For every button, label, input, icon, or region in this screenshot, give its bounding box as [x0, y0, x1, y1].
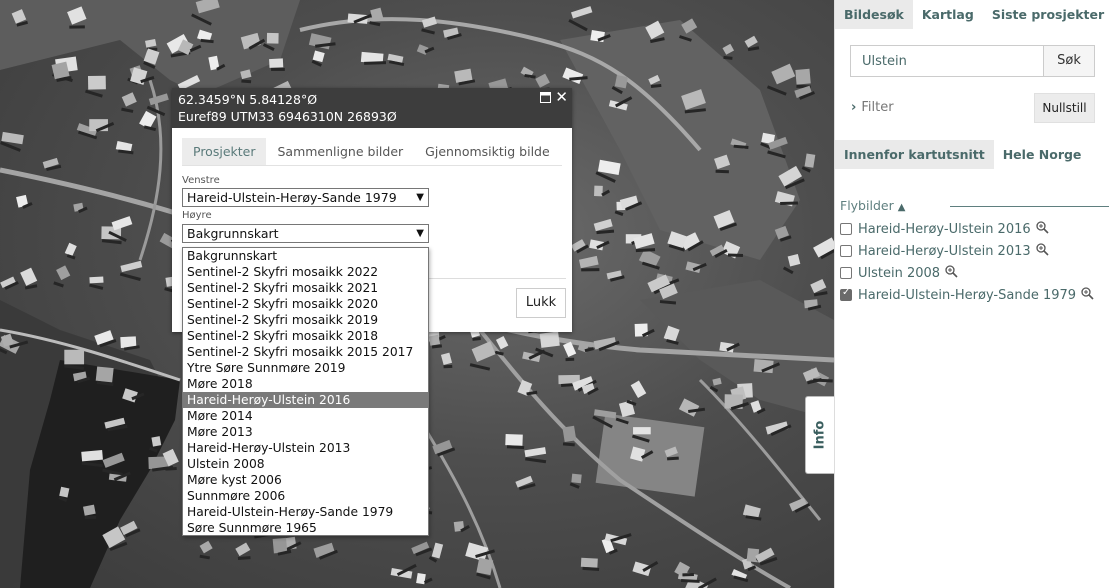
project-checkbox[interactable]	[840, 223, 852, 235]
project-row[interactable]: Hareid-Herøy-Ulstein 2013	[840, 242, 1049, 260]
zoom-in-icon[interactable]	[945, 265, 958, 281]
project-row[interactable]: Hareid-Ulstein-Herøy-Sande 1979	[840, 286, 1094, 304]
chevron-up-icon: ▲	[897, 202, 906, 213]
info-tab-label: Info	[812, 420, 828, 450]
right-image-select[interactable]: Bakgrunnskart ▼	[182, 224, 429, 243]
flybilder-section-header[interactable]: Flybilder ▲	[840, 198, 1109, 214]
dropdown-option[interactable]: Møre 2013	[183, 424, 428, 440]
project-label: Hareid-Herøy-Ulstein 2016	[858, 221, 1031, 237]
tab-prosjekter[interactable]: Prosjekter	[182, 138, 267, 165]
tab-siste-prosjekter[interactable]: Siste prosjekter	[983, 0, 1113, 29]
reset-button[interactable]: Nullstill	[1034, 93, 1095, 123]
dropdown-option[interactable]: Sentinel-2 Skyfri mosaikk 2019	[183, 312, 428, 328]
project-checkbox[interactable]	[840, 287, 852, 301]
dropdown-option[interactable]: Søre Sunnmøre 1965	[183, 520, 428, 535]
chevron-right-icon: ›	[851, 100, 857, 115]
chevron-down-icon: ▼	[416, 192, 424, 203]
info-tab[interactable]: Info	[805, 396, 834, 474]
chevron-down-icon: ▼	[416, 228, 424, 239]
popup-tabs: Prosjekter Sammenligne bilder Gjennomsik…	[182, 138, 562, 166]
dropdown-option[interactable]: Sentinel-2 Skyfri mosaikk 2021	[183, 280, 428, 296]
tab-innenfor-kartutsnitt[interactable]: Innenfor kartutsnitt	[835, 140, 994, 169]
dropdown-option[interactable]: Hareid-Herøy-Ulstein 2016	[183, 392, 428, 408]
dropdown-option[interactable]: Sunnmøre 2006	[183, 488, 428, 504]
search-input[interactable]	[850, 45, 1043, 77]
project-label: Hareid-Herøy-Ulstein 2013	[858, 243, 1031, 259]
filter-label: Filter	[861, 100, 894, 115]
dropdown-option[interactable]: Møre kyst 2006	[183, 472, 428, 488]
flybilder-title: Flybilder	[840, 198, 894, 213]
dropdown-option[interactable]: Hareid-Ulstein-Herøy-Sande 1979	[183, 504, 428, 520]
tab-kartlag[interactable]: Kartlag	[913, 0, 983, 29]
project-row[interactable]: Ulstein 2008	[840, 264, 958, 282]
tab-gjennomsiktig-bilde[interactable]: Gjennomsiktig bilde	[414, 138, 561, 165]
tab-hele-norge[interactable]: Hele Norge	[994, 140, 1091, 169]
tab-bildesok[interactable]: Bildesøk	[835, 0, 913, 29]
project-row[interactable]: Hareid-Herøy-Ulstein 2016	[840, 220, 1049, 238]
filter-toggle[interactable]: › Filter	[851, 100, 894, 115]
popup-header: 62.3459°N 5.84128°Ø Euref89 UTM33 694631…	[172, 88, 572, 128]
project-label: Hareid-Ulstein-Herøy-Sande 1979	[858, 287, 1077, 303]
dropdown-option[interactable]: Ulstein 2008	[183, 456, 428, 472]
popup-coords-latlon: 62.3459°N 5.84128°Ø	[178, 92, 318, 107]
zoom-in-icon[interactable]	[1036, 243, 1049, 259]
right-select-dropdown[interactable]: Bakgrunnskart Sentinel-2 Skyfri mosaikk 2…	[182, 247, 429, 536]
zoom-in-icon[interactable]	[1036, 221, 1049, 237]
dropdown-option[interactable]: Ytre Søre Sunnmøre 2019	[183, 360, 428, 376]
search-button[interactable]: Søk	[1043, 45, 1095, 77]
close-button[interactable]: Lukk	[516, 288, 566, 318]
dropdown-option[interactable]: Sentinel-2 Skyfri mosaikk 2020	[183, 296, 428, 312]
tab-sammenligne-bilder[interactable]: Sammenligne bilder	[266, 138, 414, 165]
project-checkbox[interactable]	[840, 245, 852, 257]
left-image-select[interactable]: Hareid-Ulstein-Herøy-Sande 1979 ▼	[182, 188, 429, 207]
window-maximize-icon[interactable]	[540, 91, 551, 108]
dropdown-option[interactable]: Sentinel-2 Skyfri mosaikk 2018	[183, 328, 428, 344]
section-divider	[950, 206, 1109, 207]
dropdown-option[interactable]: Sentinel-2 Skyfri mosaikk 2022	[183, 264, 428, 280]
dropdown-option[interactable]: Møre 2014	[183, 408, 428, 424]
left-select-value: Hareid-Ulstein-Herøy-Sande 1979	[187, 190, 397, 205]
zoom-in-icon[interactable]	[1081, 287, 1094, 303]
right-select-value: Bakgrunnskart	[187, 226, 279, 241]
dropdown-option[interactable]: Sentinel-2 Skyfri mosaikk 2015 2017	[183, 344, 428, 360]
dropdown-option[interactable]: Møre 2018	[183, 376, 428, 392]
popup-coords-utm: Euref89 UTM33 6946310N 26893Ø	[178, 109, 397, 124]
right-select-label: Høyre	[182, 210, 212, 221]
sidebar-top-tabs: Bildesøk Kartlag Siste prosjekter	[835, 0, 1114, 29]
scope-tabs: Innenfor kartutsnitt Hele Norge	[835, 140, 1114, 169]
project-label: Ulstein 2008	[858, 265, 941, 281]
dropdown-option[interactable]: Bakgrunnskart	[183, 248, 428, 264]
project-checkbox[interactable]	[840, 267, 852, 279]
left-select-label: Venstre	[182, 175, 220, 186]
dropdown-option[interactable]: Hareid-Herøy-Ulstein 2013	[183, 440, 428, 456]
close-icon[interactable]: ✕	[555, 89, 568, 106]
sidebar: Bildesøk Kartlag Siste prosjekter Søk › F…	[834, 0, 1114, 588]
